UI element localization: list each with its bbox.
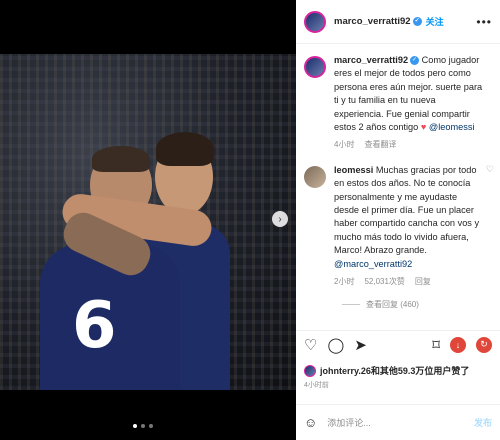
likes-rest: 和其他59.3万位用户赞了 [370,366,470,376]
comment-like-icon[interactable]: ♡ [486,164,494,175]
caption: marco_verratti92 ✓ Como jugador eres el m… [304,54,492,152]
download-icon[interactable]: ↓ [450,336,466,353]
like-heart-icon[interactable]: ♡ [304,336,317,354]
caption-mention[interactable]: @leomessi [429,122,475,132]
comment-text: Muchas gracias por todo en estos dos año… [334,164,480,256]
post-photo[interactable]: 6 [0,54,296,390]
add-comment-bar: ☺ 添加评论... 发布 [296,404,500,440]
verified-icon: ✓ [412,16,422,26]
view-replies-link[interactable]: 查看回复 (460) [342,299,492,310]
comment-bubble-icon[interactable]: ◯ [327,336,344,354]
carousel-next-button[interactable]: › [272,211,288,227]
avatar [304,364,316,377]
comments-list[interactable]: marco_verratti92 ✓ Como jugador eres el m… [296,48,500,328]
post-sidebar: marco_verratti92 ✓ 关注 ••• marco_verratti9… [296,0,500,440]
caption-username[interactable]: marco_verratti92 [334,55,408,65]
avatar[interactable] [304,165,326,188]
verified-icon: ✓ [410,56,420,66]
reply-link[interactable]: 回复 [415,275,431,288]
comment-time: 2小时 [334,277,355,287]
comment-mention[interactable]: @marco_verratti92 [334,259,412,269]
avatar[interactable] [304,56,326,78]
heart-emoji-icon: ♥ [420,122,427,133]
post-header: marco_verratti92 ✓ 关注 ••• [296,0,500,44]
more-options-icon[interactable]: ••• [476,15,492,29]
post-time: 4小时前 [304,382,329,389]
post-comment-button[interactable]: 发布 [474,416,492,429]
comment-username[interactable]: leomessi [334,165,373,175]
carousel-dot [149,424,153,428]
avatar[interactable] [304,10,326,33]
emoji-icon[interactable]: ☺ [304,415,317,430]
player-hair [92,146,150,172]
likes-user[interactable]: johnterry.26 [320,366,371,376]
post-media: 6 › [0,0,296,440]
share-send-icon[interactable]: ➤ [354,336,367,354]
likes-summary[interactable]: johnterry.26和其他59.3万位用户赞了 [304,364,469,377]
save-bookmark-icon[interactable]: ⌑ [432,336,440,354]
follow-button[interactable]: 关注 [426,15,444,28]
comment-likes[interactable]: 52,031次赞 [364,275,404,288]
player-hair [156,132,214,166]
refresh-icon[interactable]: ↻ [476,336,492,353]
comment: leomessi Muchas gracias por todo en esto… [304,164,494,289]
header-username[interactable]: marco_verratti92 ✓ [334,16,422,27]
caption-text: Como jugador eres el mejor de todos pero… [334,55,483,133]
carousel-dot [133,424,137,428]
replies-divider [342,303,360,305]
caption-time: 4小时 [334,140,355,150]
carousel-dots [133,424,153,428]
shirt-number: 6 [72,289,117,363]
action-bar: ♡ ◯ ➤ ⌑ ↓ ↻ [296,330,500,358]
comment-input[interactable]: 添加评论... [327,416,371,429]
carousel-dot [141,424,145,428]
translate-link[interactable]: 查看翻译 [364,138,396,151]
